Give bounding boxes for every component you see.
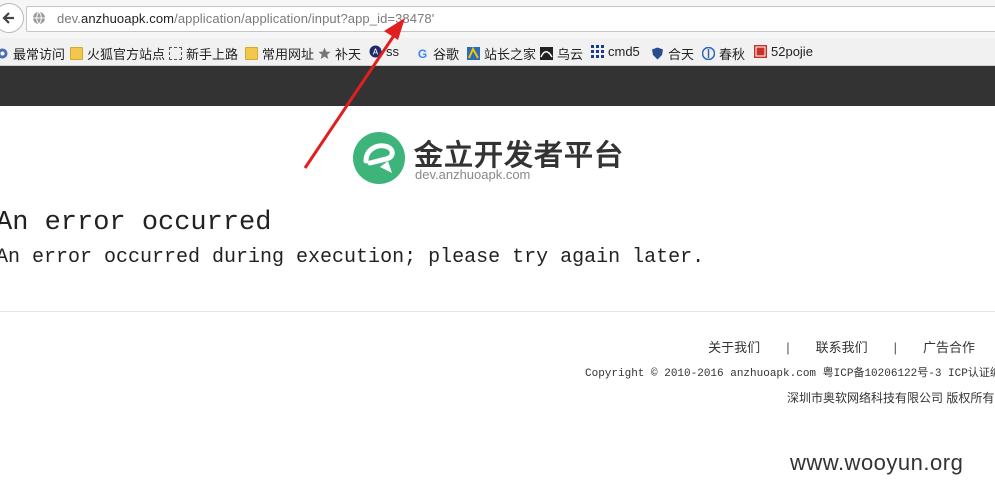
google-icon: G [418,47,427,60]
content-divider [0,311,995,312]
bookmark-label: 常用网址 [262,47,315,62]
back-button[interactable] [0,3,24,33]
bookmark-common-sites[interactable]: 常用网址 [245,44,314,63]
bookmark-ss[interactable]: A ss [369,44,399,59]
grid-icon [591,45,604,58]
folder-icon [70,47,83,60]
folder-icon [245,47,258,60]
bookmark-wooyun[interactable]: 乌云 [540,44,583,63]
footer-separator: | [893,340,897,355]
footer-separator: | [786,340,790,355]
gear-icon [0,48,8,59]
bookmark-cmd5[interactable]: cmd5 [591,44,640,59]
footer-link-contact[interactable]: 联系我们 [816,337,868,356]
bookmark-most-visited[interactable]: 最常访问 [0,44,65,63]
bookmark-label: 火狐官方站点 [87,47,166,62]
wooyun-watermark: www.wooyun.org [790,450,964,475]
bookmark-52pojie[interactable]: 52pojie [754,44,813,59]
bookmark-label: 谷歌 [433,47,460,62]
bookmark-butian[interactable]: 补天 [318,44,361,63]
bookmark-label: 补天 [335,47,362,62]
bookmark-label: ss [386,44,399,59]
footer-copyright: Copyright © 2010-2016 anzhuoapk.com 粤ICP… [585,368,995,380]
footer-link-ads[interactable]: 广告合作 [923,337,975,356]
url-prefix: dev. [57,11,82,26]
footer-company: 深圳市奥软网络科技有限公司 版权所有 [787,391,995,405]
url-host: anzhuoapk.com [81,11,175,26]
wooyun-icon [540,47,553,60]
bookmark-label: 合天 [668,47,695,62]
star-icon [318,47,331,59]
bookmark-label: 新手上路 [186,47,239,62]
url-path: /application/application/input?app_id=38… [174,11,435,26]
url-text[interactable]: dev.anzhuoapk.com/application/applicatio… [57,11,434,26]
site-logo-icon[interactable] [352,131,406,185]
error-message: An error occurred during execution; plea… [0,246,705,269]
bookmark-label: cmd5 [608,44,640,59]
bookmark-label: 春秋 [719,47,746,62]
bookmarks-toolbar: 最常访问 火狐官方站点 新手上路 常用网址 补天 A ss G 谷歌 站长之家 … [0,38,995,66]
site-header-band [0,66,995,106]
dashed-page-icon [169,47,182,60]
bookmark-ichunqiu[interactable]: 春秋 [702,44,745,63]
svg-text:A: A [373,48,379,57]
svg-text:G: G [418,47,427,60]
footer-link-about[interactable]: 关于我们 [708,337,760,356]
bookmark-google[interactable]: G 谷歌 [416,44,459,63]
error-title: An error occurred [0,208,272,238]
bookmark-chinaz[interactable]: 站长之家 [467,44,536,63]
bookmark-hetian[interactable]: 合天 [651,44,694,63]
bookmark-label: 最常访问 [13,47,66,62]
ichunqiu-icon [702,47,715,60]
footer-links: 关于我们 | 联系我们 | 广告合作 [708,337,975,356]
shield-icon [652,47,663,60]
bookmark-label: 乌云 [557,47,584,62]
site-logo-subtitle: dev.anzhuoapk.com [415,167,531,182]
bookmark-label: 站长之家 [484,47,537,62]
bookmark-getting-started[interactable]: 新手上路 [169,44,238,63]
bookmark-firefox-site[interactable]: 火狐官方站点 [70,44,165,63]
chinaz-icon [467,47,480,60]
globe-icon [33,11,45,25]
bookmark-label: 52pojie [771,44,813,59]
address-bar-area: dev.anzhuoapk.com/application/applicatio… [0,0,995,38]
52pojie-icon [754,45,767,58]
back-arrow-icon [2,12,14,24]
shield-icon: A [369,45,382,58]
